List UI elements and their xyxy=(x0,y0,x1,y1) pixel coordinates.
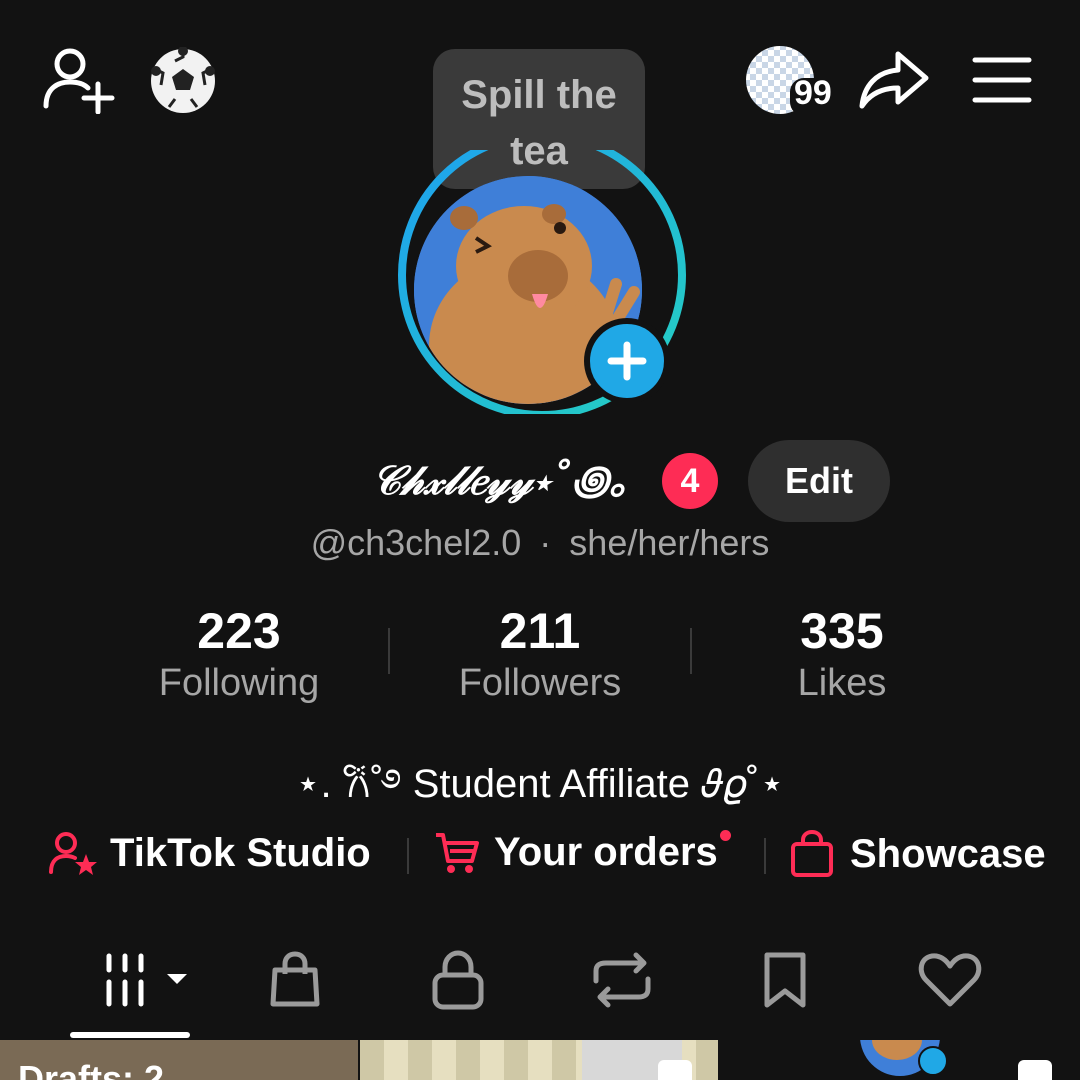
video-thumbnail[interactable] xyxy=(720,1040,1080,1080)
drafts-label: Drafts: 2 xyxy=(18,1058,165,1080)
separator: · xyxy=(539,522,552,563)
link-label: Showcase xyxy=(850,831,1046,876)
hamburger-menu-icon xyxy=(972,57,1032,103)
display-name: 𝒞𝒽𝓍𝓁𝓁𝑒𝓎𝓎⋆˚꩜｡ xyxy=(372,457,630,504)
link-divider xyxy=(407,838,409,874)
tiktok-studio-link[interactable]: TikTok Studio xyxy=(48,830,371,876)
tab-liked[interactable] xyxy=(895,945,1005,1015)
tab-private[interactable] xyxy=(403,945,513,1015)
bookmark-icon xyxy=(764,952,806,1008)
heart-icon xyxy=(918,953,982,1007)
notification-badge[interactable]: 4 xyxy=(662,453,718,509)
handle-row: @ch3chel2.0 · she/her/hers xyxy=(0,522,1080,564)
stat-divider xyxy=(388,628,390,674)
story-avatar-button[interactable]: 99 xyxy=(744,44,840,116)
soccer-ball-button[interactable] xyxy=(148,46,218,116)
stat-likes[interactable]: 335 Likes xyxy=(722,600,962,704)
stat-value: 335 xyxy=(800,603,884,659)
add-friend-button[interactable] xyxy=(40,44,116,114)
link-label: Your orders xyxy=(494,830,718,874)
username: @ch3chel2.0 xyxy=(310,522,522,563)
menu-button[interactable] xyxy=(970,52,1034,108)
plus-icon xyxy=(607,341,647,381)
add-user-icon xyxy=(43,48,115,114)
tab-shop[interactable] xyxy=(240,945,350,1015)
showcase-link[interactable]: Showcase xyxy=(790,830,1046,878)
story-count: 99 xyxy=(794,74,832,112)
tab-saved[interactable] xyxy=(730,945,840,1015)
add-story-button[interactable] xyxy=(584,318,670,404)
stat-divider xyxy=(690,628,692,674)
tab-videos[interactable] xyxy=(90,945,200,1015)
stat-label: Following xyxy=(158,662,320,704)
stat-following[interactable]: 223 Following xyxy=(119,600,359,704)
share-arrow-icon xyxy=(859,51,929,109)
shopping-bag-icon xyxy=(791,830,833,877)
link-divider xyxy=(764,838,766,874)
pronouns: she/her/hers xyxy=(569,522,770,563)
orders-notification-dot xyxy=(719,830,731,841)
active-tab-indicator xyxy=(70,1032,190,1038)
edit-profile-button[interactable]: Edit xyxy=(748,440,890,522)
videos-grid-icon xyxy=(106,953,187,1007)
stat-label: Likes xyxy=(797,662,887,704)
stat-label: Followers xyxy=(458,662,622,704)
cart-icon xyxy=(436,832,479,873)
drafts-thumbnail[interactable]: Drafts: 2 xyxy=(0,1040,358,1080)
lock-icon xyxy=(432,950,484,1010)
user-star-icon xyxy=(49,832,97,875)
your-orders-link[interactable]: Your orders xyxy=(434,830,731,875)
tab-reposts[interactable] xyxy=(567,945,677,1015)
multi-select-checkbox[interactable] xyxy=(658,1060,692,1080)
link-label: TikTok Studio xyxy=(110,830,371,875)
stat-value: 211 xyxy=(499,603,581,659)
repost-icon xyxy=(593,952,651,1008)
multi-select-checkbox[interactable] xyxy=(1018,1060,1052,1080)
video-thumbnail[interactable] xyxy=(360,1040,718,1080)
shop-bag-icon xyxy=(270,951,320,1007)
stat-value: 223 xyxy=(197,603,281,659)
mini-plus-badge xyxy=(918,1046,948,1076)
soccer-ball-icon xyxy=(151,47,215,113)
stat-followers[interactable]: 211 Followers xyxy=(420,600,660,704)
share-button[interactable] xyxy=(858,48,930,112)
